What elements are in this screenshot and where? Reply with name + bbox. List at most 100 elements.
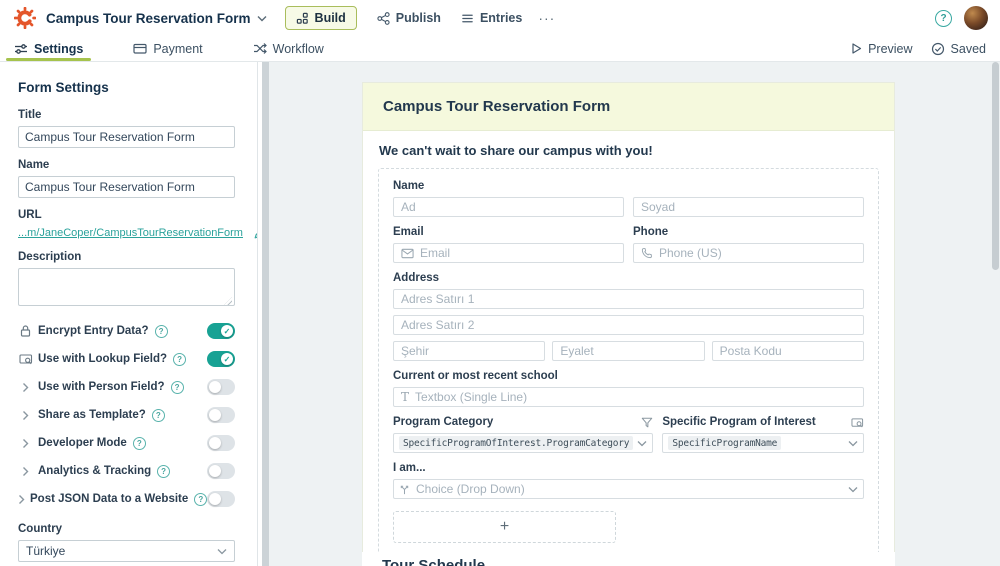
tab-settings[interactable]: Settings	[5, 36, 92, 61]
help-question-icon[interactable]: ?	[194, 492, 208, 506]
address-line2-field[interactable]: Adres Satırı 2	[393, 315, 864, 335]
zip-field[interactable]: Posta Kodu	[711, 341, 864, 361]
preview-label: Preview	[868, 41, 913, 56]
school-field-label: Current or most recent school	[393, 370, 558, 382]
publish-button[interactable]: Publish	[377, 11, 441, 25]
state-field[interactable]: Eyalet	[552, 341, 705, 361]
toggle-label: Encrypt Entry Data?	[38, 325, 149, 337]
school-field[interactable]: T Textbox (Single Line)	[393, 387, 864, 407]
city-field[interactable]: Şehir	[393, 341, 546, 361]
form-preview-area: Campus Tour Reservation Form We can't wa…	[269, 62, 1000, 566]
edit-pencil-icon[interactable]	[253, 226, 257, 240]
toggle-row-analytics: Analytics & Tracking ?	[18, 463, 235, 479]
form-intro-text[interactable]: We can't wait to share our campus with y…	[379, 143, 878, 158]
name-input[interactable]	[18, 176, 235, 198]
name-field-label: Name	[393, 180, 425, 192]
tab-payment[interactable]: Payment	[129, 36, 206, 61]
chevron-right-icon[interactable]	[18, 410, 33, 421]
filter-funnel-icon[interactable]	[641, 417, 653, 429]
envelope-icon	[401, 248, 414, 259]
city-placeholder: Şehir	[401, 344, 430, 358]
entries-label: Entries	[479, 11, 523, 25]
help-question-icon[interactable]: ?	[154, 324, 168, 338]
phone-field[interactable]: Phone (US)	[633, 243, 864, 263]
choice-branch-icon	[399, 484, 410, 495]
plus-icon: +	[499, 518, 510, 535]
tab-workflow-label: Workflow	[272, 41, 324, 56]
iam-field-label: I am...	[393, 462, 426, 474]
first-name-placeholder: Ad	[401, 200, 416, 214]
chevron-right-icon[interactable]	[18, 438, 33, 449]
chevron-down-icon	[848, 440, 858, 446]
build-label: Build	[314, 11, 346, 25]
last-name-field[interactable]: Soyad	[633, 197, 864, 217]
postjson-toggle[interactable]	[207, 491, 236, 507]
user-avatar[interactable]	[964, 6, 988, 30]
help-question-icon[interactable]: ?	[157, 464, 171, 478]
help-question-icon[interactable]: ?	[132, 436, 146, 450]
help-question-icon[interactable]: ?	[151, 408, 165, 422]
build-button[interactable]: Build	[284, 6, 357, 30]
chevron-right-icon[interactable]	[18, 466, 33, 477]
more-options-button[interactable]: ···	[538, 10, 555, 26]
chevron-right-icon[interactable]	[18, 382, 33, 393]
next-section-heading: Tour Schedule	[382, 557, 486, 566]
form-card: Campus Tour Reservation Form We can't wa…	[362, 82, 895, 566]
top-right-actions: ?	[935, 6, 988, 30]
description-textarea[interactable]	[18, 268, 235, 306]
school-placeholder: Textbox (Single Line)	[415, 390, 528, 404]
last-name-placeholder: Soyad	[641, 200, 676, 214]
toggle-row-template: Share as Template? ?	[18, 407, 235, 423]
vertical-scrollbar[interactable]	[992, 62, 999, 270]
iam-select[interactable]: Choice (Drop Down)	[393, 479, 864, 499]
title-field-label: Title	[18, 109, 42, 121]
tab-settings-label: Settings	[34, 41, 84, 56]
form-card-header[interactable]: Campus Tour Reservation Form	[363, 83, 894, 131]
phone-placeholder: Phone (US)	[659, 246, 722, 260]
person-toggle[interactable]	[207, 379, 235, 395]
form-fields-section[interactable]: Name Ad Soyad Email Email Phone Phone (U…	[378, 168, 879, 557]
tab-payment-label: Payment	[153, 41, 203, 56]
iam-placeholder: Choice (Drop Down)	[416, 482, 525, 496]
address-line1-field[interactable]: Adres Satırı 1	[393, 289, 864, 309]
specific-program-chip: SpecificProgramName	[668, 436, 782, 450]
name-field-label: Name	[18, 159, 50, 171]
chevron-right-icon[interactable]	[18, 494, 25, 505]
first-name-field[interactable]: Ad	[393, 197, 624, 217]
form-preview-title: Campus Tour Reservation Form	[383, 98, 611, 115]
email-field-label: Email	[393, 226, 424, 238]
address-line2-placeholder: Adres Satırı 2	[401, 318, 475, 332]
specific-program-select[interactable]: SpecificProgramName	[662, 433, 864, 453]
state-placeholder: Eyalet	[560, 344, 594, 358]
form-title-menu[interactable]: Campus Tour Reservation Form	[46, 11, 251, 26]
title-chevron-down-icon[interactable]	[257, 15, 267, 22]
country-value: Türkiye	[26, 544, 66, 558]
panel-divider[interactable]	[262, 62, 269, 566]
app-logo-gear-icon[interactable]	[14, 7, 36, 29]
encrypt-toggle[interactable]: ✓	[207, 323, 235, 339]
saved-label: Saved	[950, 41, 986, 56]
url-field-label: URL	[18, 209, 42, 221]
email-field[interactable]: Email	[393, 243, 624, 263]
add-field-button[interactable]: +	[393, 511, 616, 543]
help-question-icon[interactable]: ?	[173, 352, 187, 366]
tab-workflow[interactable]: Workflow	[249, 36, 328, 61]
lookup-toggle[interactable]: ✓	[207, 351, 235, 367]
chevron-down-icon	[637, 440, 647, 446]
entries-button[interactable]: Entries	[461, 11, 522, 25]
country-select[interactable]: Türkiye	[18, 540, 235, 562]
toggle-label: Post JSON Data to a Website	[30, 493, 189, 505]
help-icon[interactable]: ?	[935, 9, 952, 27]
template-toggle[interactable]	[207, 407, 235, 423]
preview-button[interactable]: Preview	[851, 41, 913, 56]
developer-toggle[interactable]	[207, 435, 235, 451]
help-question-icon[interactable]: ?	[170, 380, 184, 394]
toggle-row-developer: Developer Mode ?	[18, 435, 235, 451]
program-category-select[interactable]: SpecificProgramOfInterest.ProgramCategor…	[393, 433, 654, 453]
title-input[interactable]	[18, 126, 235, 148]
analytics-toggle[interactable]	[207, 463, 235, 479]
entries-list-icon	[461, 12, 474, 25]
lookup-field-icon[interactable]	[851, 417, 864, 429]
address-field-label: Address	[393, 272, 440, 284]
form-url-link[interactable]: ...m/JaneCoper/CampusTourReservationForm	[18, 227, 243, 239]
